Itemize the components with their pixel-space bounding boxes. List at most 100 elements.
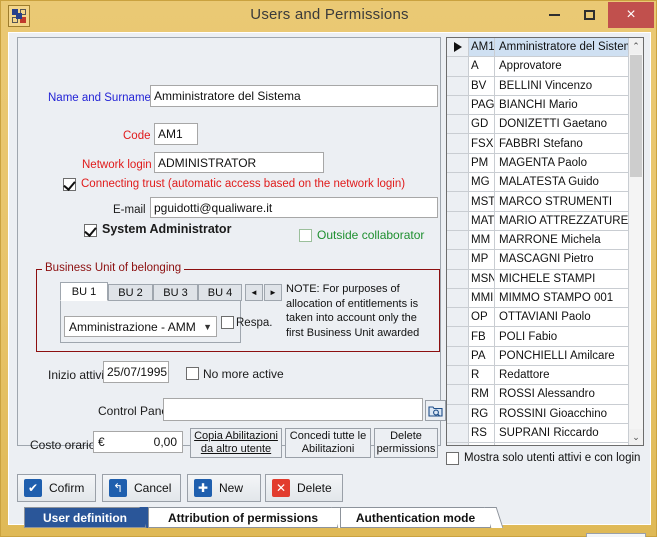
maximize-button[interactable] — [574, 2, 604, 28]
row-selector[interactable] — [447, 346, 469, 366]
row-selector[interactable] — [447, 153, 469, 173]
table-row[interactable]: RM ROSSI Alessandro — [447, 385, 643, 405]
row-selector[interactable] — [447, 134, 469, 153]
tab-user-definition[interactable]: User definition — [24, 507, 146, 528]
user-name-cell: ROSSINI Gioacchino — [499, 407, 608, 420]
table-row[interactable]: PAG BIANCHI Mario — [447, 95, 643, 116]
table-row[interactable]: PM MAGENTA Paolo — [447, 153, 643, 174]
row-selector[interactable] — [447, 366, 469, 385]
row-selector[interactable] — [447, 230, 469, 250]
bu-tab-next-button[interactable]: ► — [264, 284, 282, 301]
control-panel-label: Control Panel — [98, 404, 171, 418]
user-list-filter[interactable]: Mostra solo utenti attivi e con login — [446, 449, 646, 467]
table-row[interactable]: FSX FABBRI Stefano — [447, 134, 643, 154]
row-selector[interactable] — [447, 288, 469, 308]
row-selector[interactable] — [447, 250, 469, 269]
outside-collaborator-checkbox[interactable] — [299, 229, 312, 242]
user-list-scrollbar[interactable]: ⌃ ⌄ — [628, 38, 643, 445]
chevron-down-icon: ▼ — [203, 321, 212, 332]
user-code-cell: MAT — [469, 211, 495, 230]
start-activity-input[interactable]: 25/07/1995 — [103, 361, 169, 383]
row-selector[interactable] — [447, 404, 469, 423]
no-more-active-checkbox[interactable] — [186, 367, 199, 380]
grant-all-permissions-button[interactable]: Concedi tutte le Abilitazioni — [285, 428, 371, 458]
user-list[interactable]: AM1 Amministratore del Sistema A Approvator… — [446, 37, 644, 446]
minimize-button[interactable] — [539, 2, 569, 28]
row-selector[interactable] — [447, 173, 469, 192]
email-input[interactable]: pguidotti@qualiware.it — [150, 197, 438, 218]
user-code-cell: MSN — [469, 269, 495, 288]
plus-icon: ✚ — [194, 479, 212, 497]
table-row[interactable]: BV BELLINI Vincenzo — [447, 76, 643, 96]
row-selector[interactable] — [447, 211, 469, 230]
hourly-cost-input[interactable]: € 0,00 — [93, 431, 183, 453]
business-unit-note: NOTE: For purposes of allocation of enti… — [286, 283, 420, 339]
user-code-cell: PAG — [469, 95, 495, 115]
table-row[interactable]: RS SUPRANI Riccardo — [447, 423, 643, 444]
table-row[interactable]: GD DONIZETTI Gaetano — [447, 115, 643, 135]
business-unit-group-title: Business Unit of belonging — [42, 262, 185, 274]
close-button[interactable]: × — [608, 2, 654, 28]
row-selector[interactable] — [447, 115, 469, 134]
scrollbar-thumb[interactable] — [630, 55, 642, 177]
user-code-cell: RS — [469, 423, 495, 443]
table-row[interactable]: MG MALATESTA Guido — [447, 173, 643, 193]
network-login-input[interactable]: ADMINISTRATOR — [154, 152, 324, 173]
table-row[interactable]: RTTAMBA Raffaella — [447, 443, 643, 445]
tab-authentication-mode[interactable]: Authentication mode — [340, 507, 491, 528]
tab-attribution-of-permissions[interactable]: Attribution of permissions — [148, 507, 338, 528]
delete-permissions-line2: permissions — [376, 443, 436, 455]
table-row[interactable]: MMI MIMMO STAMPO 001 — [447, 288, 643, 309]
row-selector[interactable] — [447, 38, 469, 57]
row-selector[interactable] — [447, 57, 469, 76]
table-row[interactable]: R Redattore — [447, 366, 643, 386]
table-row[interactable]: MAT MARIO ATTREZZATURE — [447, 211, 643, 231]
delete-permissions-button[interactable]: Delete permissions — [374, 428, 438, 458]
row-selector[interactable] — [447, 95, 469, 115]
bu-tab-4[interactable]: BU 4 — [198, 284, 242, 301]
bu-tab-3[interactable]: BU 3 — [153, 284, 198, 301]
table-row[interactable]: MM MARRONE Michela — [447, 230, 643, 251]
row-selector[interactable] — [447, 308, 469, 327]
row-selector[interactable] — [447, 385, 469, 404]
row-selector[interactable] — [447, 443, 469, 445]
row-selector[interactable] — [447, 423, 469, 443]
table-row[interactable]: MST MARCO STRUMENTI — [447, 192, 643, 212]
bu-tab-2[interactable]: BU 2 — [108, 284, 153, 301]
no-more-active-label: No more active — [203, 367, 284, 381]
name-surname-input[interactable]: Amministratore del Sistema — [150, 85, 438, 107]
table-row[interactable]: FB POLI Fabio — [447, 327, 643, 347]
table-row[interactable]: A Approvatore — [447, 57, 643, 77]
confirm-button[interactable]: ✔ Cofirm — [17, 474, 96, 502]
check-icon: ✔ — [24, 479, 42, 497]
bu-tab-prev-button[interactable]: ◄ — [245, 284, 263, 301]
delete-button[interactable]: ✕ Delete — [265, 474, 343, 502]
table-row[interactable]: MP MASCAGNI Pietro — [447, 250, 643, 270]
grant-all-line1: Concedi tutte le — [289, 430, 367, 442]
folder-search-icon[interactable] — [425, 400, 446, 421]
row-selector[interactable] — [447, 76, 469, 95]
table-row[interactable]: PA PONCHIELLI Amilcare — [447, 346, 643, 367]
copy-permissions-button[interactable]: Copia Abilitazioni da altro utente — [190, 428, 282, 458]
active-users-filter-checkbox[interactable] — [446, 451, 459, 465]
bu-tab-1[interactable]: BU 1 — [60, 282, 108, 301]
table-row[interactable]: RG ROSSINI Gioacchino — [447, 404, 643, 424]
cancel-button[interactable]: ↰ Cancel — [102, 474, 181, 502]
table-row[interactable]: MSN MICHELE STAMPI — [447, 269, 643, 289]
row-selector[interactable] — [447, 192, 469, 211]
table-row[interactable]: OP OTTAVIANI Paolo — [447, 308, 643, 328]
business-unit-select[interactable]: Amministrazione - AMM ▼ — [64, 316, 217, 337]
exit-button[interactable]: ➡ Exit — [586, 533, 646, 537]
respa-checkbox[interactable] — [221, 316, 234, 329]
table-row[interactable]: AM1 Amministratore del Sistema — [447, 38, 643, 58]
new-button[interactable]: ✚ New — [187, 474, 261, 502]
row-selector[interactable] — [447, 327, 469, 346]
control-panel-input[interactable] — [163, 398, 423, 421]
row-selector[interactable] — [447, 269, 469, 288]
scroll-down-icon[interactable]: ⌄ — [629, 429, 643, 445]
scroll-up-icon[interactable]: ⌃ — [629, 38, 643, 54]
code-input[interactable]: AM1 — [154, 123, 198, 145]
system-administrator-checkbox[interactable] — [84, 224, 97, 237]
connecting-trust-checkbox[interactable] — [63, 178, 76, 191]
currency-symbol: € — [98, 435, 105, 449]
